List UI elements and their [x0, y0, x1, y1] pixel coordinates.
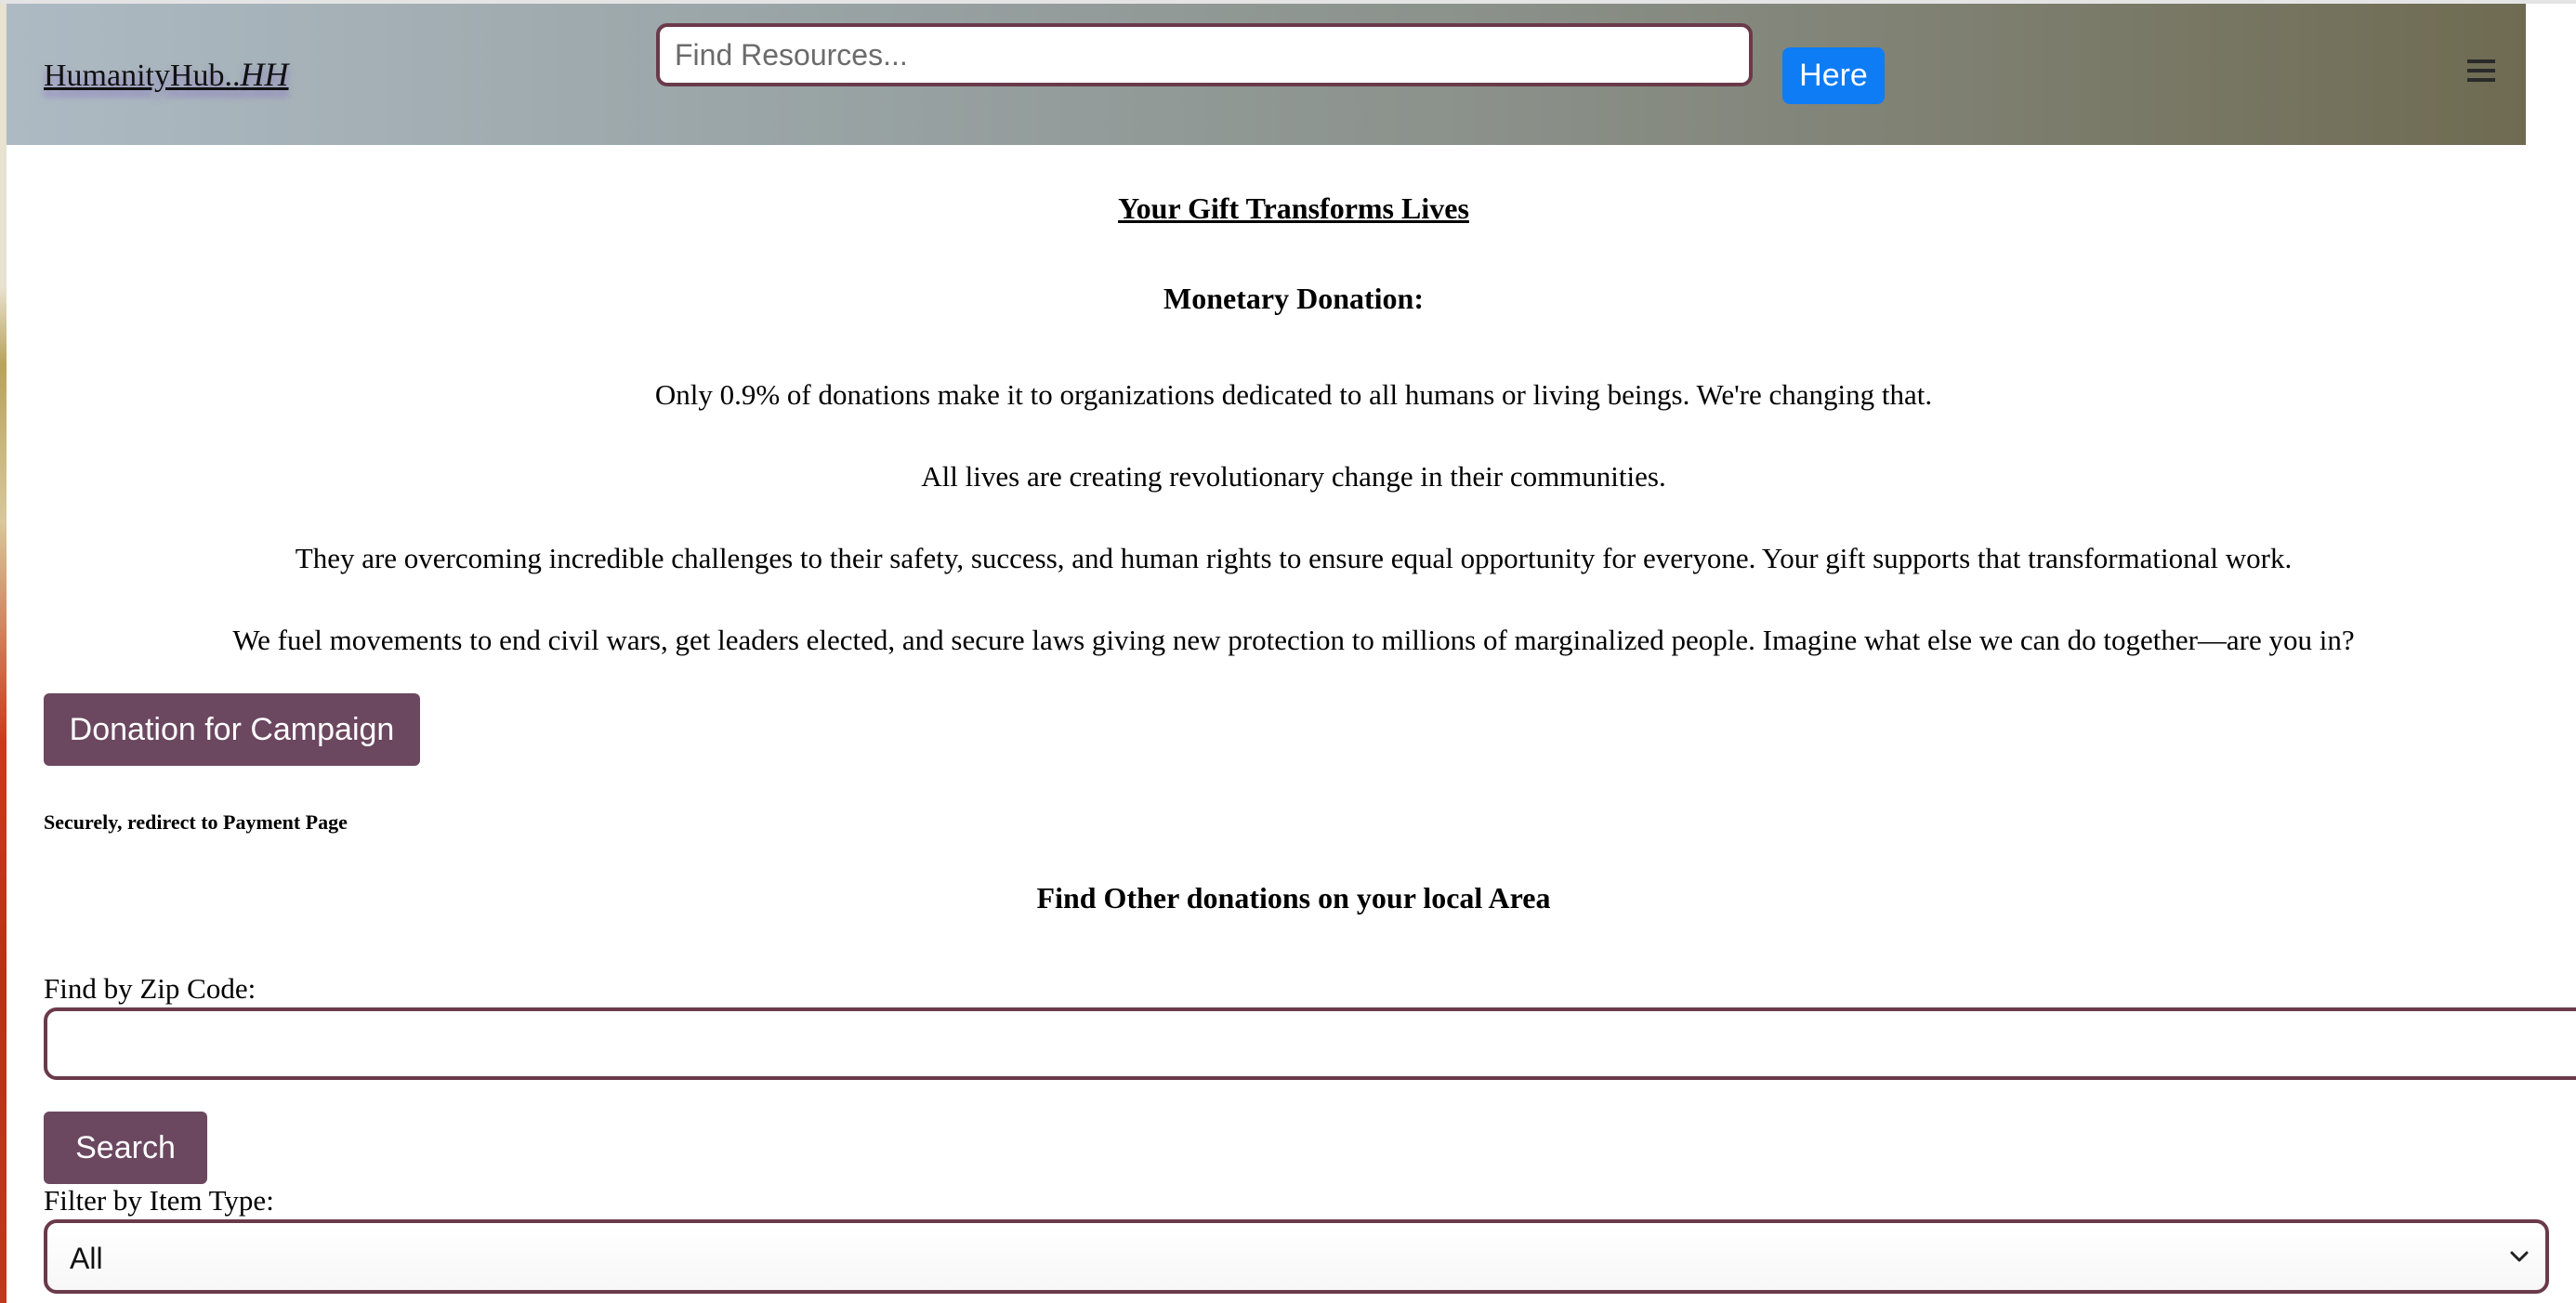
zip-code-label: Find by Zip Code:	[44, 972, 256, 1005]
item-type-selected-value: All	[70, 1242, 103, 1275]
brand-logo-link[interactable]: HumanityHub..HH	[44, 55, 289, 94]
site-header: HumanityHub..HH Here	[7, 4, 2526, 145]
resource-search-input[interactable]	[656, 23, 1753, 86]
paragraph-4: We fuel movements to end civil wars, get…	[232, 624, 2355, 656]
zip-code-input[interactable]	[44, 1007, 2576, 1080]
window-edge-strip	[0, 0, 7, 1303]
item-type-filter-label: Filter by Item Type:	[44, 1184, 274, 1217]
paragraph-1: Only 0.9% of donations make it to organi…	[654, 378, 1933, 411]
item-type-select[interactable]: All	[44, 1219, 2549, 1294]
brand-name: HumanityHub..	[44, 59, 241, 93]
brand-mark: HH	[240, 56, 289, 93]
paragraph-2: All lives are creating revolutionary cha…	[921, 460, 1666, 493]
here-search-button[interactable]: Here	[1782, 47, 1885, 104]
section-subtitle: Monetary Donation:	[1163, 282, 1424, 315]
secure-redirect-note: Securely, redirect to Payment Page	[44, 810, 348, 834]
local-donations-title: Find Other donations on your local Area	[1036, 881, 1551, 915]
paragraph-3: They are overcoming incredible challenge…	[295, 542, 2293, 574]
zip-search-button[interactable]: Search	[44, 1112, 207, 1184]
chevron-down-icon	[2510, 1251, 2529, 1262]
page-title: Your Gift Transforms Lives	[1118, 191, 1469, 225]
hamburger-menu-icon[interactable]	[2467, 59, 2497, 84]
donation-campaign-button[interactable]: Donation for Campaign	[44, 693, 420, 766]
